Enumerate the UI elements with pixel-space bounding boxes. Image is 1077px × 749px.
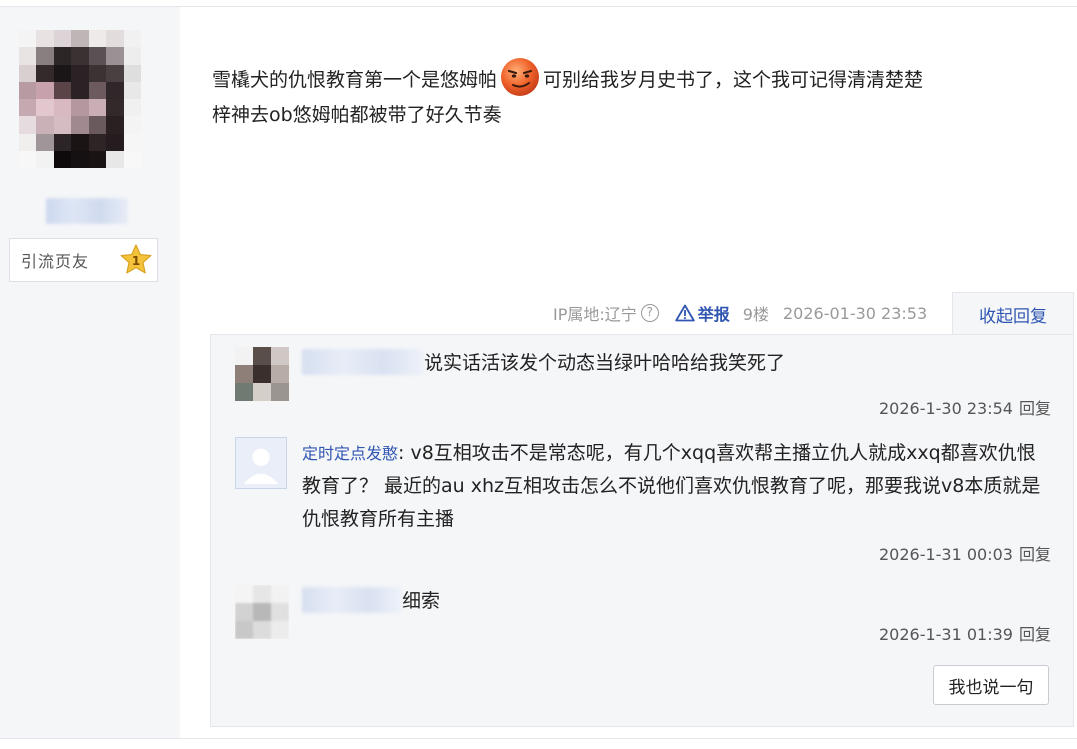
reply-avatar[interactable] [235, 347, 289, 401]
reply-username[interactable]: 定时定点发憨 [302, 444, 398, 463]
author-username[interactable] [46, 198, 128, 224]
reply-body: v8互相攻击不是常态呢，有几个xqq喜欢帮主播立仇人就成xxq都喜欢仇恨教育了？… [302, 442, 1041, 530]
reply-meta: 2026-1-31 00:03 回复 [879, 541, 1051, 565]
ip-location: IP属地:辽宁 [553, 305, 637, 324]
level-star-icon: 1 [120, 244, 152, 274]
help-icon[interactable]: ? [640, 304, 659, 322]
reply-button[interactable]: 回复 [1019, 545, 1051, 564]
collapse-replies-button[interactable]: 收起回复 [952, 292, 1074, 335]
report-label: 举报 [697, 305, 730, 324]
reply-avatar[interactable] [235, 437, 287, 489]
reply-text: 细索 [302, 585, 1047, 618]
author-avatar[interactable] [19, 30, 141, 168]
author-level-badge[interactable]: 引流页友 1 [9, 238, 158, 282]
avatar-pixelated-image [19, 30, 141, 168]
reply-text: 定时定点发憨: v8互相攻击不是常态呢，有几个xqq喜欢帮主播立仇人就成xxq都… [302, 437, 1047, 536]
reply-separator: : [398, 442, 411, 464]
smirk-face-emoji-icon [501, 58, 540, 96]
reply-item: 定时定点发憨: v8互相攻击不是常态呢，有几个xqq喜欢帮主播立仇人就成xxq都… [235, 437, 1051, 567]
reply-text: 说实话活该发个动态当绿叶哈哈给我笑死了 [302, 347, 1047, 380]
reply-username[interactable] [302, 587, 402, 613]
replies-panel: 说实话活该发个动态当绿叶哈哈给我笑死了 2026-1-30 23:54 回复 定时… [210, 334, 1074, 727]
reply-button[interactable]: 回复 [1019, 399, 1051, 418]
reply-body: 说实话活该发个动态当绿叶哈哈给我笑死了 [424, 352, 786, 374]
post-content: 雪橇犬的仇恨教育第一个是悠姆帕 可别给我岁月史书了，这个我可记得清清楚楚 梓神去… [212, 56, 1052, 133]
reply-item: 说实话活该发个动态当绿叶哈哈给我笑死了 2026-1-30 23:54 回复 [235, 347, 1051, 427]
reply-body: 细索 [402, 590, 441, 612]
post-meta: IP属地:辽宁 ? 举报 9楼 2026-01-30 23:53 [553, 294, 927, 332]
floor-number: 9楼 [742, 305, 769, 324]
level-number: 1 [132, 254, 140, 268]
reply-time: 2026-1-30 23:54 [878, 399, 1013, 418]
post-text-part2: 可别给我岁月史书了，这个我可记得清清楚楚 [543, 69, 924, 91]
reply-meta: 2026-1-31 01:39 回复 [879, 621, 1051, 645]
reply-username[interactable] [302, 349, 424, 375]
warning-icon [675, 304, 695, 322]
reply-time: 2026-1-31 01:39 [878, 625, 1013, 644]
reply-avatar[interactable] [235, 585, 289, 639]
reply-button[interactable]: 回复 [1019, 625, 1051, 644]
say-something-button[interactable]: 我也说一句 [933, 665, 1049, 705]
bottom-divider [0, 738, 1077, 739]
level-title: 引流页友 [21, 252, 90, 271]
reply-time: 2026-1-31 00:03 [878, 545, 1013, 564]
post-time: 2026-01-30 23:53 [782, 303, 928, 323]
report-button[interactable]: 举报 [675, 301, 730, 325]
post-text-line2: 梓神去ob悠姆帕都被带了好久节奏 [212, 104, 502, 126]
reply-meta: 2026-1-30 23:54 回复 [879, 395, 1051, 419]
default-user-icon [236, 438, 286, 488]
post-text-part1: 雪橇犬的仇恨教育第一个是悠姆帕 [212, 69, 498, 91]
reply-item: 细索 2026-1-31 01:39 回复 [235, 585, 1051, 655]
